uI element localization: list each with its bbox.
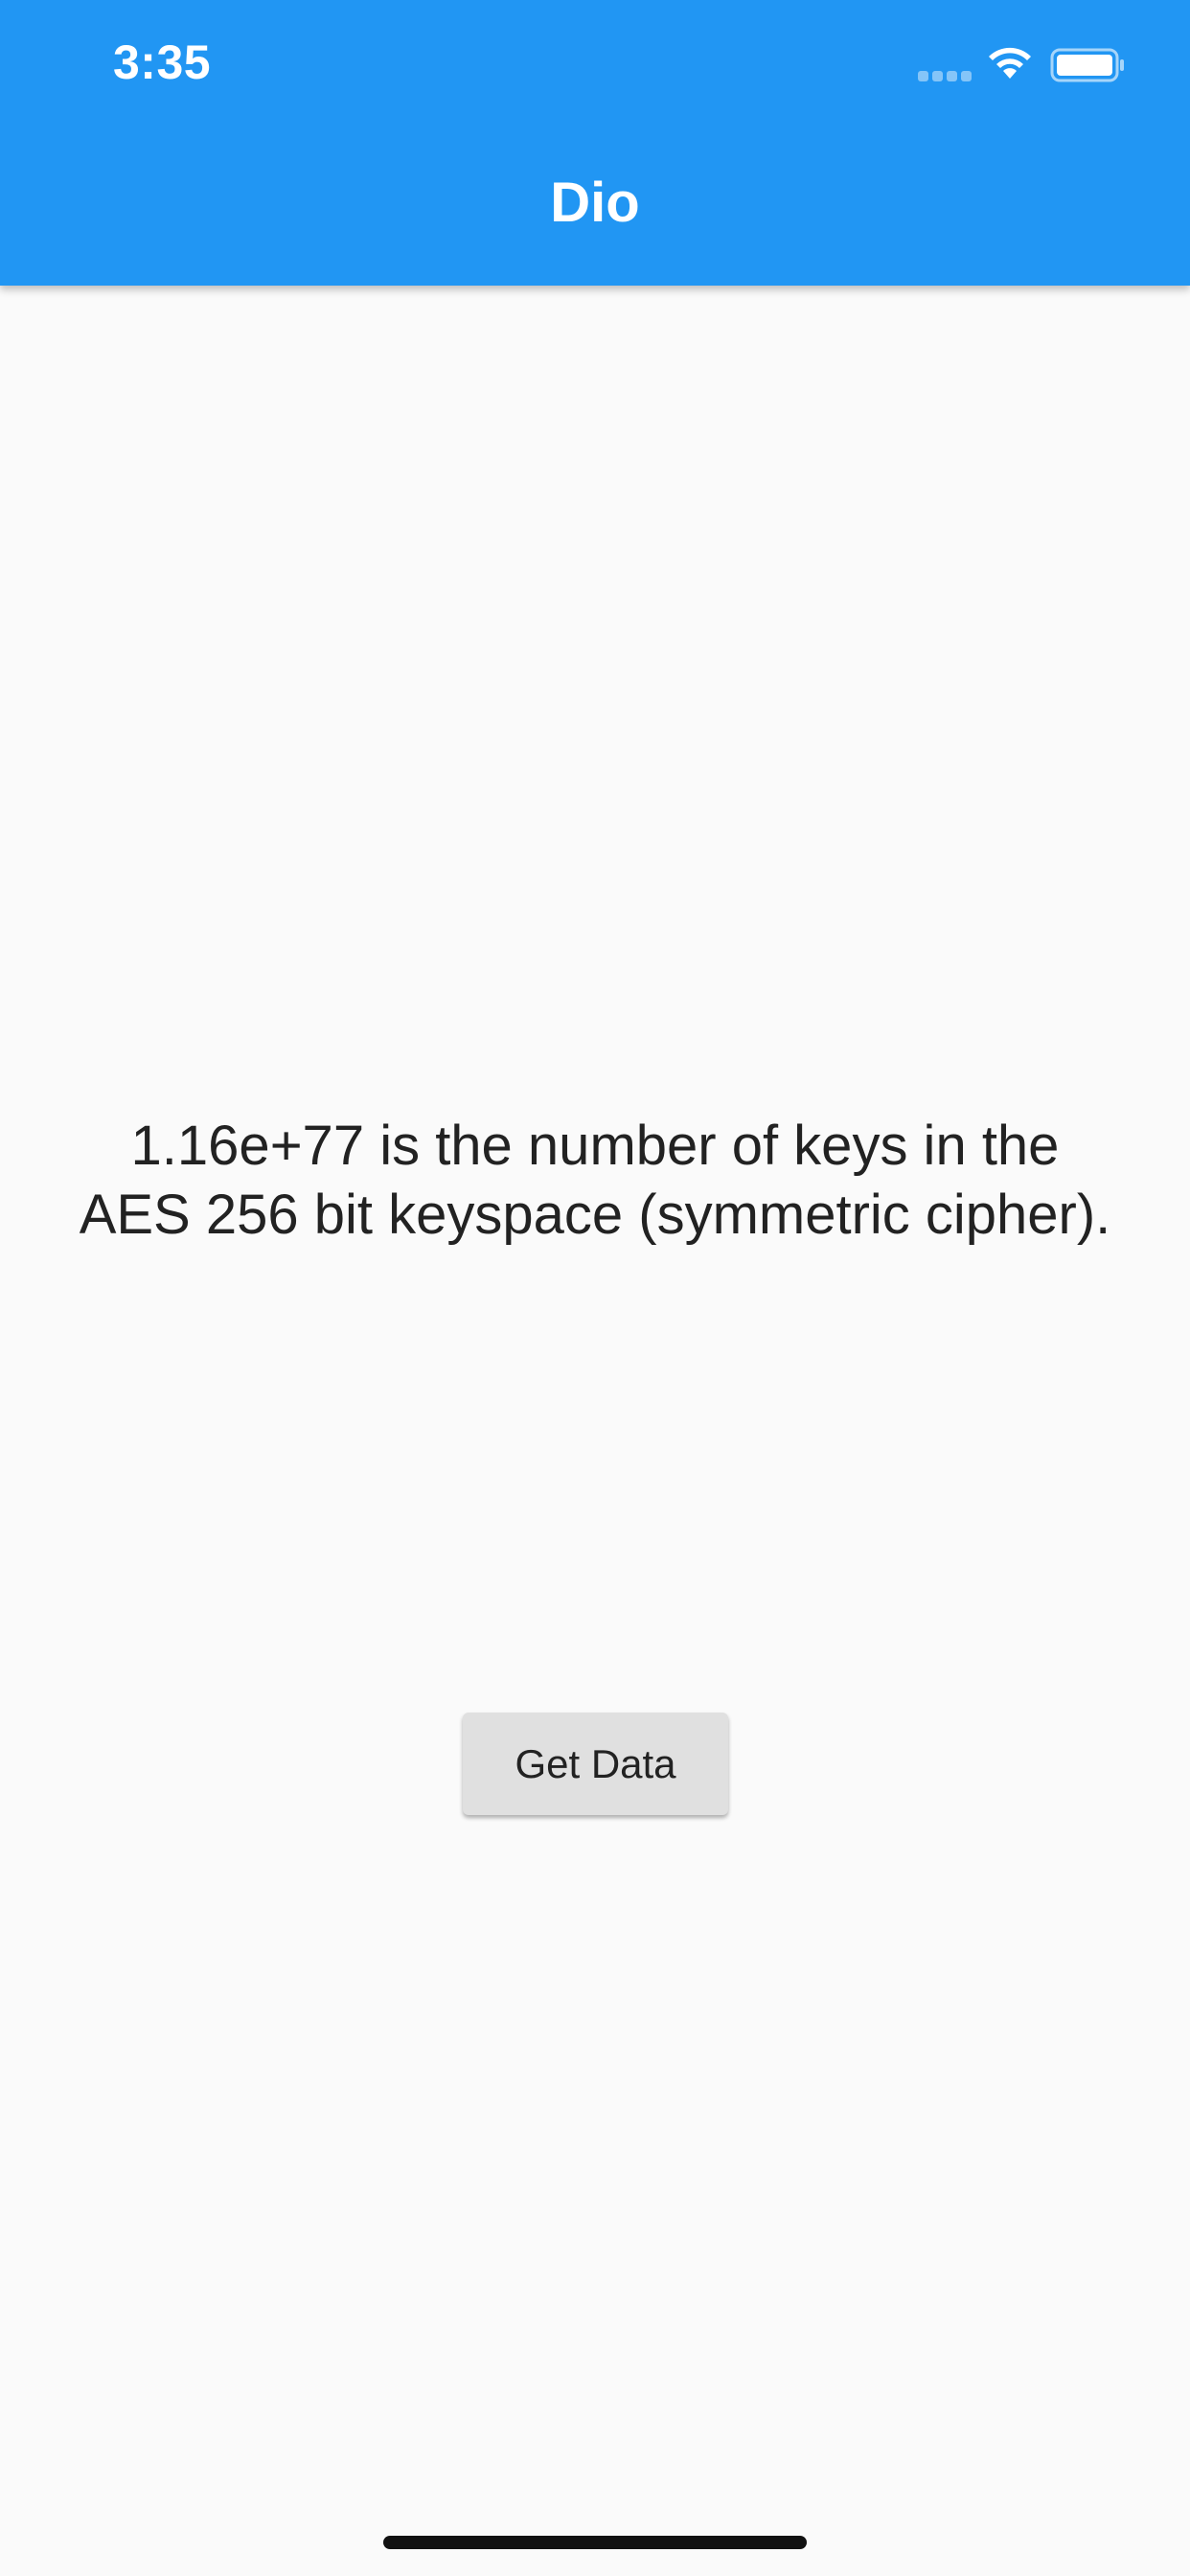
app-bar: 3:35 Dio: [0, 0, 1190, 286]
home-indicator[interactable]: [383, 2536, 807, 2549]
page-title: Dio: [550, 172, 640, 234]
result-message: 1.16e+77 is the number of keys in the AE…: [79, 1115, 1111, 1246]
cellular-signal-icon: [918, 71, 972, 82]
status-time: 3:35: [113, 35, 212, 89]
app-screen: 3:35 Dio 1.16e+77 is the number of keys …: [0, 0, 1190, 2576]
wifi-icon: [989, 47, 1031, 79]
battery-icon: [1050, 48, 1124, 82]
get-data-button[interactable]: Get Data: [463, 1713, 728, 1815]
